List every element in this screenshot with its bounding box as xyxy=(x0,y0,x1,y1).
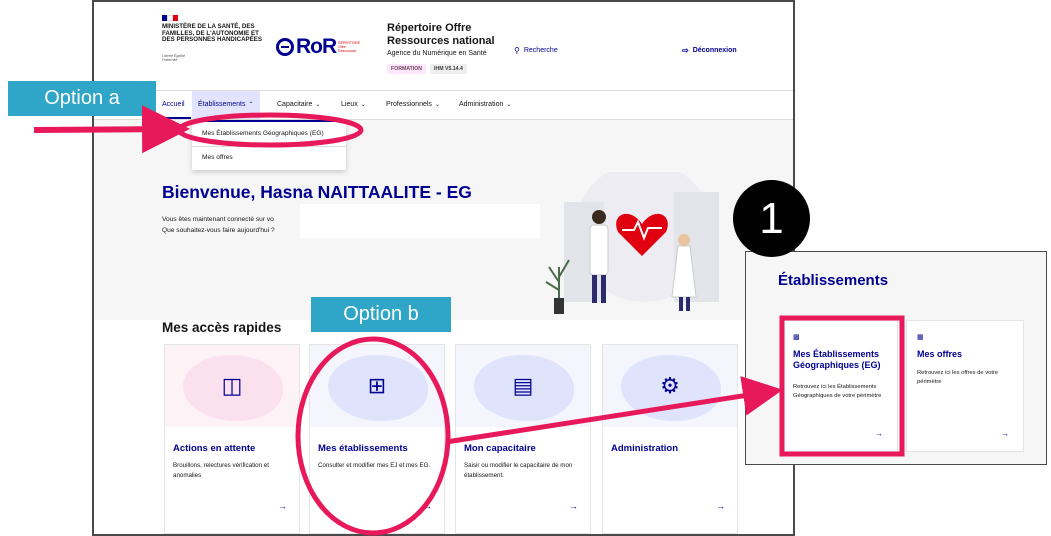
step-number-badge: 1 xyxy=(733,180,810,257)
card-title: Mes établissements xyxy=(318,443,408,454)
stage: MINISTÈRE DE LA SANTÉ, DES FAMILLES, DE … xyxy=(0,0,1051,536)
dropdown-item-mes-eg[interactable]: Mes Établissements Géographiques (EG) xyxy=(202,130,324,137)
app-subtitle: Agence du Numérique en Santé xyxy=(387,50,487,57)
card-description: Retrouvez ici les offres de votre périmè… xyxy=(917,370,999,385)
grid-icon: ▦ xyxy=(917,334,924,341)
ministry-name: MINISTÈRE DE LA SANTÉ, DES FAMILLES, DE … xyxy=(162,23,263,44)
card-title: Administration xyxy=(611,443,679,454)
env-badges: FORMATION IHM V5.14.4 xyxy=(387,64,467,74)
ror-e-icon xyxy=(276,38,294,56)
dropdown-item-mes-offres[interactable]: Mes offres xyxy=(202,154,233,161)
nav-item-lieux[interactable]: Lieux ⌄ xyxy=(335,91,372,119)
card-title: Mes Établissements Géographiques (EG) xyxy=(793,349,881,370)
card-illustration: ⚙ xyxy=(603,345,737,427)
search-icon: ⚲ xyxy=(514,46,520,55)
doctors-illustration xyxy=(545,172,719,314)
chevron-up-icon: ⌃ xyxy=(248,102,254,108)
card-mes-etablissements[interactable]: ⊞ Mes établissements Consulter et modifi… xyxy=(309,344,445,534)
card-mon-capacitaire[interactable]: ▤ Mon capacitaire Saisir ou modifier le … xyxy=(455,344,591,534)
ror-logo-subtext: RÉPERTOIRE Offre Ressources xyxy=(338,41,361,53)
dropdown-divider xyxy=(192,146,346,147)
card-title: Mon capacitaire xyxy=(464,443,536,454)
card-administration[interactable]: ⚙ Administration → xyxy=(602,344,738,534)
arrow-right-icon: → xyxy=(716,501,725,511)
card-title: Mes offres xyxy=(917,349,963,359)
chevron-down-icon: ⌄ xyxy=(434,102,440,108)
arrow-right-icon: → xyxy=(569,501,578,511)
ror-logo[interactable]: RoR RÉPERTOIRE Offre Ressources xyxy=(276,35,361,59)
card-description: Saisir ou modifier le capacitaire de mon… xyxy=(464,462,573,479)
nav-item-administration[interactable]: Administration ⌄ xyxy=(453,91,517,119)
option-b-tag: Option b xyxy=(311,297,451,332)
gear-icon: ⚙ xyxy=(660,373,680,398)
main-nav: Accueil Établissements ⌃ Capacitaire ⌄ Lie… xyxy=(94,90,793,120)
search-link[interactable]: ⚲ Recherche xyxy=(514,46,558,55)
logout-icon: ⇨ xyxy=(682,46,689,55)
nav-item-accueil[interactable]: Accueil xyxy=(156,91,191,119)
version-badge: IHM V5.14.4 xyxy=(430,64,467,74)
quick-access-title: Mes accès rapides xyxy=(162,320,282,335)
card-actions-en-attente[interactable]: ◫ Actions en attente Brouillons, relectu… xyxy=(164,344,300,534)
building-icon: ▩ xyxy=(793,334,800,341)
card-illustration: ▤ xyxy=(456,345,590,427)
republic-motto: Liberté Égalité Fraternité xyxy=(162,54,185,62)
chevron-down-icon: ⌄ xyxy=(360,102,366,108)
arrow-right-icon: → xyxy=(875,429,883,438)
chevron-down-icon: ⌄ xyxy=(315,102,321,108)
chevron-down-icon: ⌄ xyxy=(506,102,512,108)
arrow-right-icon: → xyxy=(278,501,287,511)
logout-link[interactable]: ⇨ Déconnexion xyxy=(682,46,737,55)
arrow-right-icon: → xyxy=(1001,429,1009,438)
bed-icon: ▤ xyxy=(512,373,534,398)
card-illustration: ⊞ xyxy=(310,345,444,427)
arrow-right-icon: → xyxy=(423,501,432,511)
card-title: Actions en attente xyxy=(173,443,256,454)
ror-logo-text: RoR xyxy=(296,35,337,58)
nav-item-etablissements[interactable]: Établissements ⌃ xyxy=(192,91,260,119)
nav-item-capacitaire[interactable]: Capacitaire ⌄ xyxy=(271,91,326,119)
formation-badge: FORMATION xyxy=(387,64,427,74)
etablissements-dropdown: Mes Établissements Géographiques (EG) Me… xyxy=(192,120,346,170)
option-a-tag: Option a xyxy=(8,81,156,116)
card-mes-offres[interactable]: ▦ Mes offres Retrouvez ici les offres de… xyxy=(906,320,1024,452)
card-description: Retrouvez ici les Établissements Géograp… xyxy=(793,384,882,399)
nav-item-professionnels[interactable]: Professionnels ⌄ xyxy=(380,91,446,119)
site-header: MINISTÈRE DE LA SANTÉ, DES FAMILLES, DE … xyxy=(94,2,793,90)
logout-label: Déconnexion xyxy=(692,47,737,54)
welcome-title: Bienvenue, Hasna NAITTAALITE - EG xyxy=(162,182,472,202)
app-title: Répertoire Offre Ressources national xyxy=(387,22,495,47)
welcome-line-1: Vous êtes maintenant connecté sur vo xyxy=(162,216,274,223)
welcome-line-2: Que souhaitez-vous faire aujourd'hui ? xyxy=(162,227,275,234)
card-description: Consulter et modifier mes EJ et mes EG. xyxy=(318,462,431,469)
card-description: Brouillons, relectures vérification et a… xyxy=(173,462,269,479)
table-icon: ◫ xyxy=(221,373,243,398)
etablissements-panel: Établissements ▩ Mes Établissements Géog… xyxy=(745,251,1047,465)
card-illustration: ◫ xyxy=(165,345,299,427)
search-label: Recherche xyxy=(523,47,558,54)
hospital-icon: ⊞ xyxy=(367,373,387,398)
redaction-box xyxy=(300,204,540,238)
card-mes-eg[interactable]: ▩ Mes Établissements Géographiques (EG) … xyxy=(782,320,898,452)
french-flag-icon xyxy=(162,15,179,21)
panel-title: Établissements xyxy=(778,272,889,289)
